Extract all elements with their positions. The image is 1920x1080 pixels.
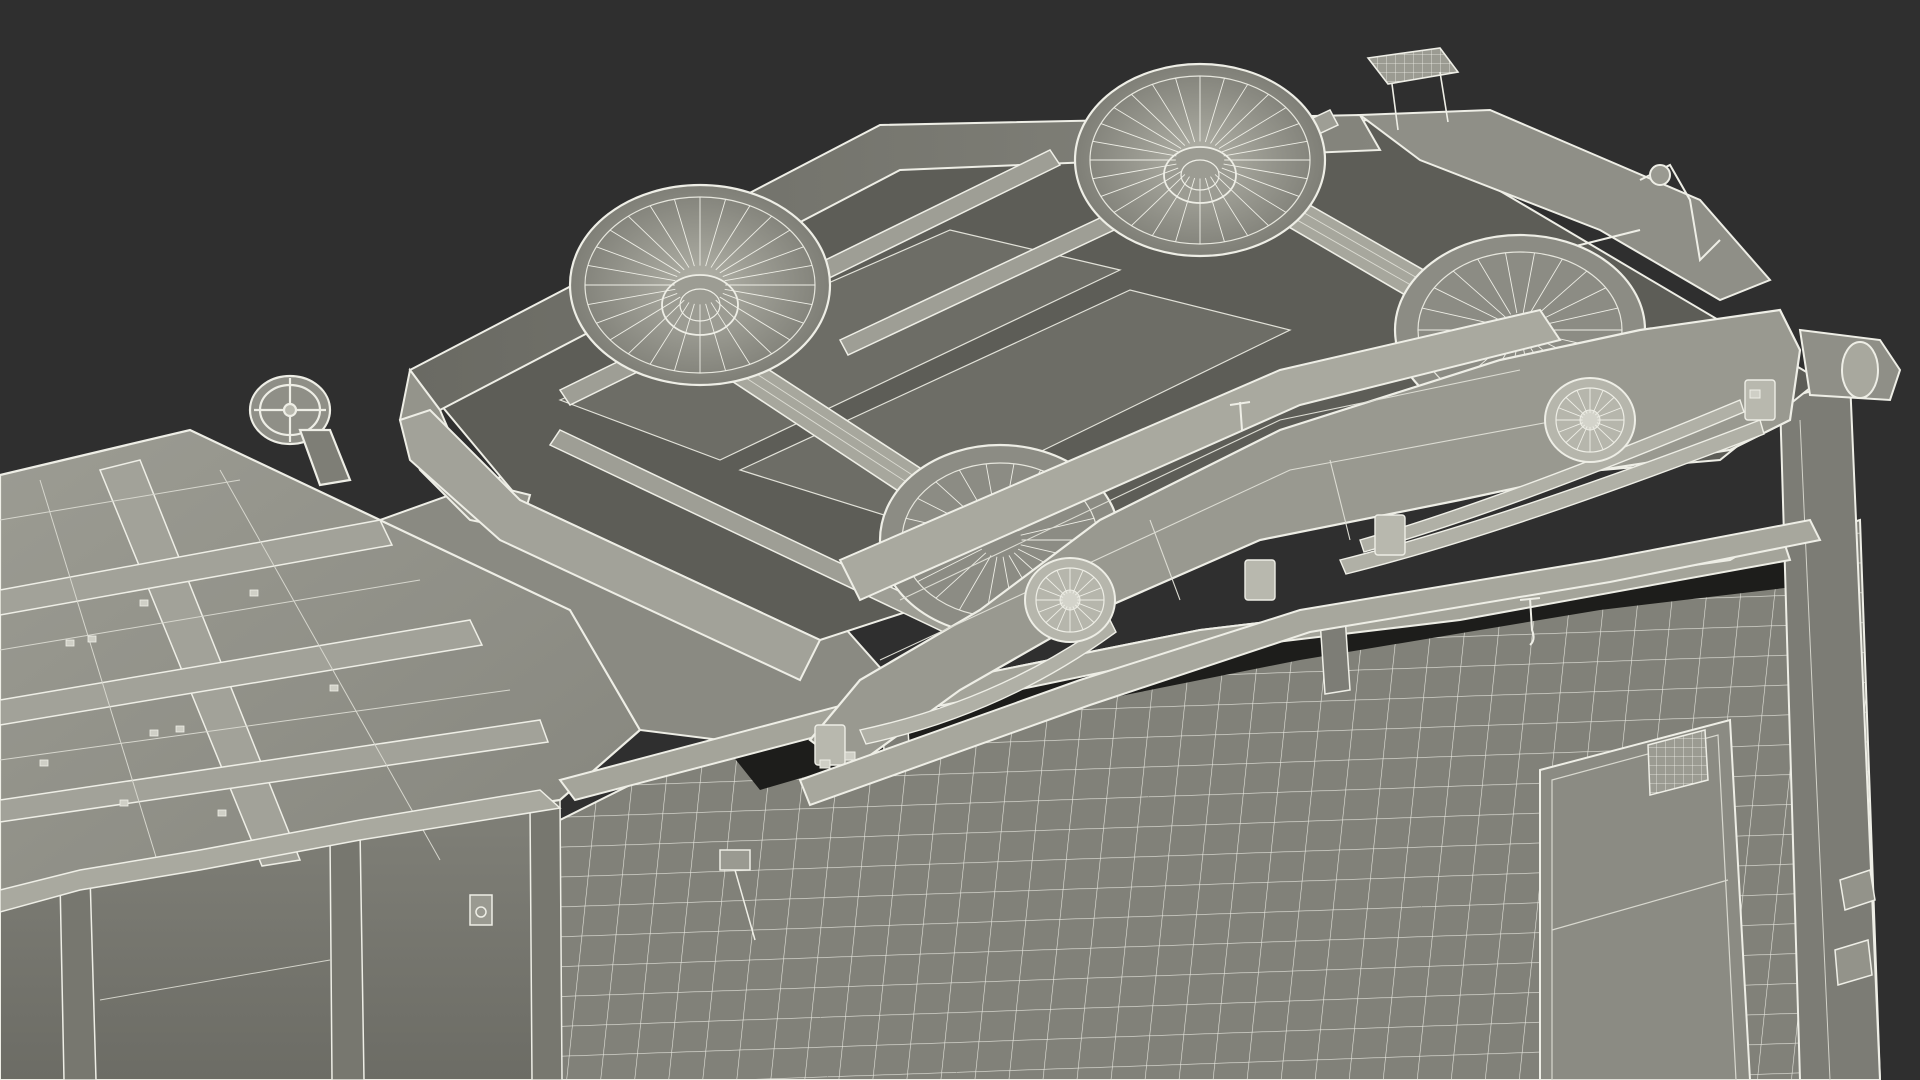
axle-box-front [1544,377,1636,463]
render-viewport [0,0,1920,1080]
wheel-front-left [1073,62,1327,258]
wheel-rear-left [568,183,832,387]
buffer-icon [1798,328,1902,402]
axle-box-rear [1024,557,1116,643]
rail-car-render [0,47,1902,1080]
